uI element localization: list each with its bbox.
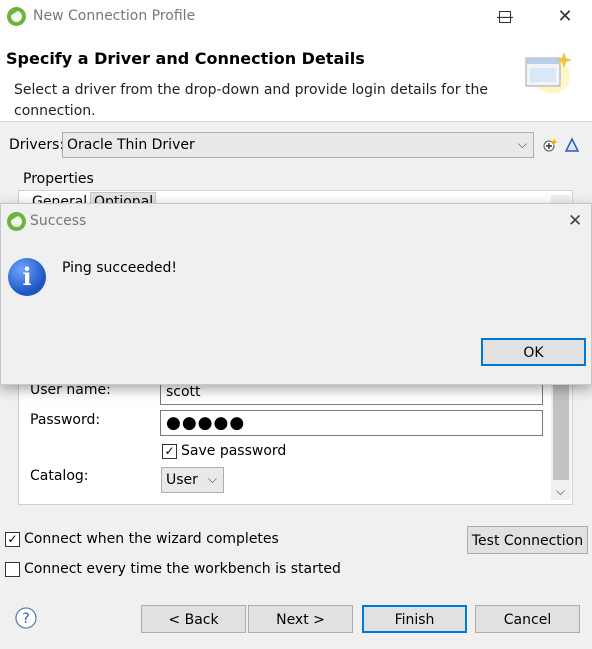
connect-on-complete-label: Connect when the wizard completes: [24, 531, 279, 547]
save-password-checkbox[interactable]: ✓: [162, 444, 177, 459]
wizard-header: Specify a Driver and Connection Details …: [0, 34, 592, 122]
dialog-body: [1, 240, 591, 330]
catalog-label: Catalog:: [30, 468, 89, 484]
new-driver-icon[interactable]: [542, 137, 558, 153]
ok-button[interactable]: OK: [481, 338, 586, 366]
spring-logo-icon: [7, 7, 26, 26]
password-mask: ●●●●●: [166, 413, 246, 433]
username-value: scott: [166, 384, 201, 400]
chevron-down-icon: ⌵: [517, 137, 527, 151]
spring-logo-icon: [7, 212, 26, 231]
page-description: Select a driver from the drop-down and p…: [14, 82, 488, 119]
info-icon: i: [8, 258, 46, 296]
wizard-banner-icon: [525, 52, 572, 94]
drivers-selected-value: Oracle Thin Driver: [67, 137, 195, 153]
tab-general[interactable]: General: [30, 190, 88, 203]
maximize-icon[interactable]: [485, 0, 525, 34]
connect-on-complete-checkbox[interactable]: ✓: [5, 532, 20, 547]
cancel-button[interactable]: Cancel: [475, 605, 580, 633]
scrollbar-thumb[interactable]: [553, 380, 569, 480]
close-icon[interactable]: ✕: [545, 0, 585, 34]
new-connection-profile-window: New Connection Profile ― ✕ Specify a Dri…: [0, 0, 592, 649]
dialog-message: Ping succeeded!: [62, 260, 178, 276]
svg-text:?: ?: [22, 611, 29, 627]
password-input[interactable]: ●●●●●: [160, 410, 543, 436]
drivers-label: Drivers:: [9, 137, 65, 153]
edit-driver-icon[interactable]: [564, 137, 580, 153]
connect-every-time-checkbox[interactable]: [5, 562, 20, 577]
page-title: Specify a Driver and Connection Details: [6, 49, 365, 68]
finish-button[interactable]: Finish: [362, 605, 467, 633]
title-bar: New Connection Profile ― ✕: [0, 0, 592, 34]
catalog-selected-value: User: [166, 472, 198, 488]
next-button[interactable]: Next >: [248, 605, 353, 633]
dialog-title: Success: [30, 213, 87, 229]
dialog-title-bar: Success ✕: [1, 204, 591, 240]
test-connection-button[interactable]: Test Connection: [467, 526, 588, 554]
password-label: Password:: [30, 412, 101, 428]
tab-optional-label: Optional: [94, 194, 154, 203]
chevron-down-icon: ⌵: [207, 472, 217, 486]
tab-optional-clip: Optional: [92, 190, 156, 203]
back-button[interactable]: < Back: [141, 605, 246, 633]
connect-every-time-label: Connect every time the workbench is star…: [24, 561, 341, 577]
save-password-label: Save password: [181, 443, 287, 459]
catalog-dropdown[interactable]: User ⌵: [161, 467, 224, 493]
drivers-dropdown[interactable]: Oracle Thin Driver ⌵: [62, 132, 534, 158]
scroll-down-icon[interactable]: ⌵: [556, 484, 565, 499]
window-title: New Connection Profile: [33, 8, 196, 24]
dialog-close-icon[interactable]: ✕: [568, 211, 582, 231]
properties-label: Properties: [23, 171, 94, 187]
success-dialog: Success ✕ i Ping succeeded! OK: [0, 203, 592, 385]
help-icon[interactable]: ?: [15, 607, 37, 629]
tab-general-label: General: [32, 194, 88, 203]
